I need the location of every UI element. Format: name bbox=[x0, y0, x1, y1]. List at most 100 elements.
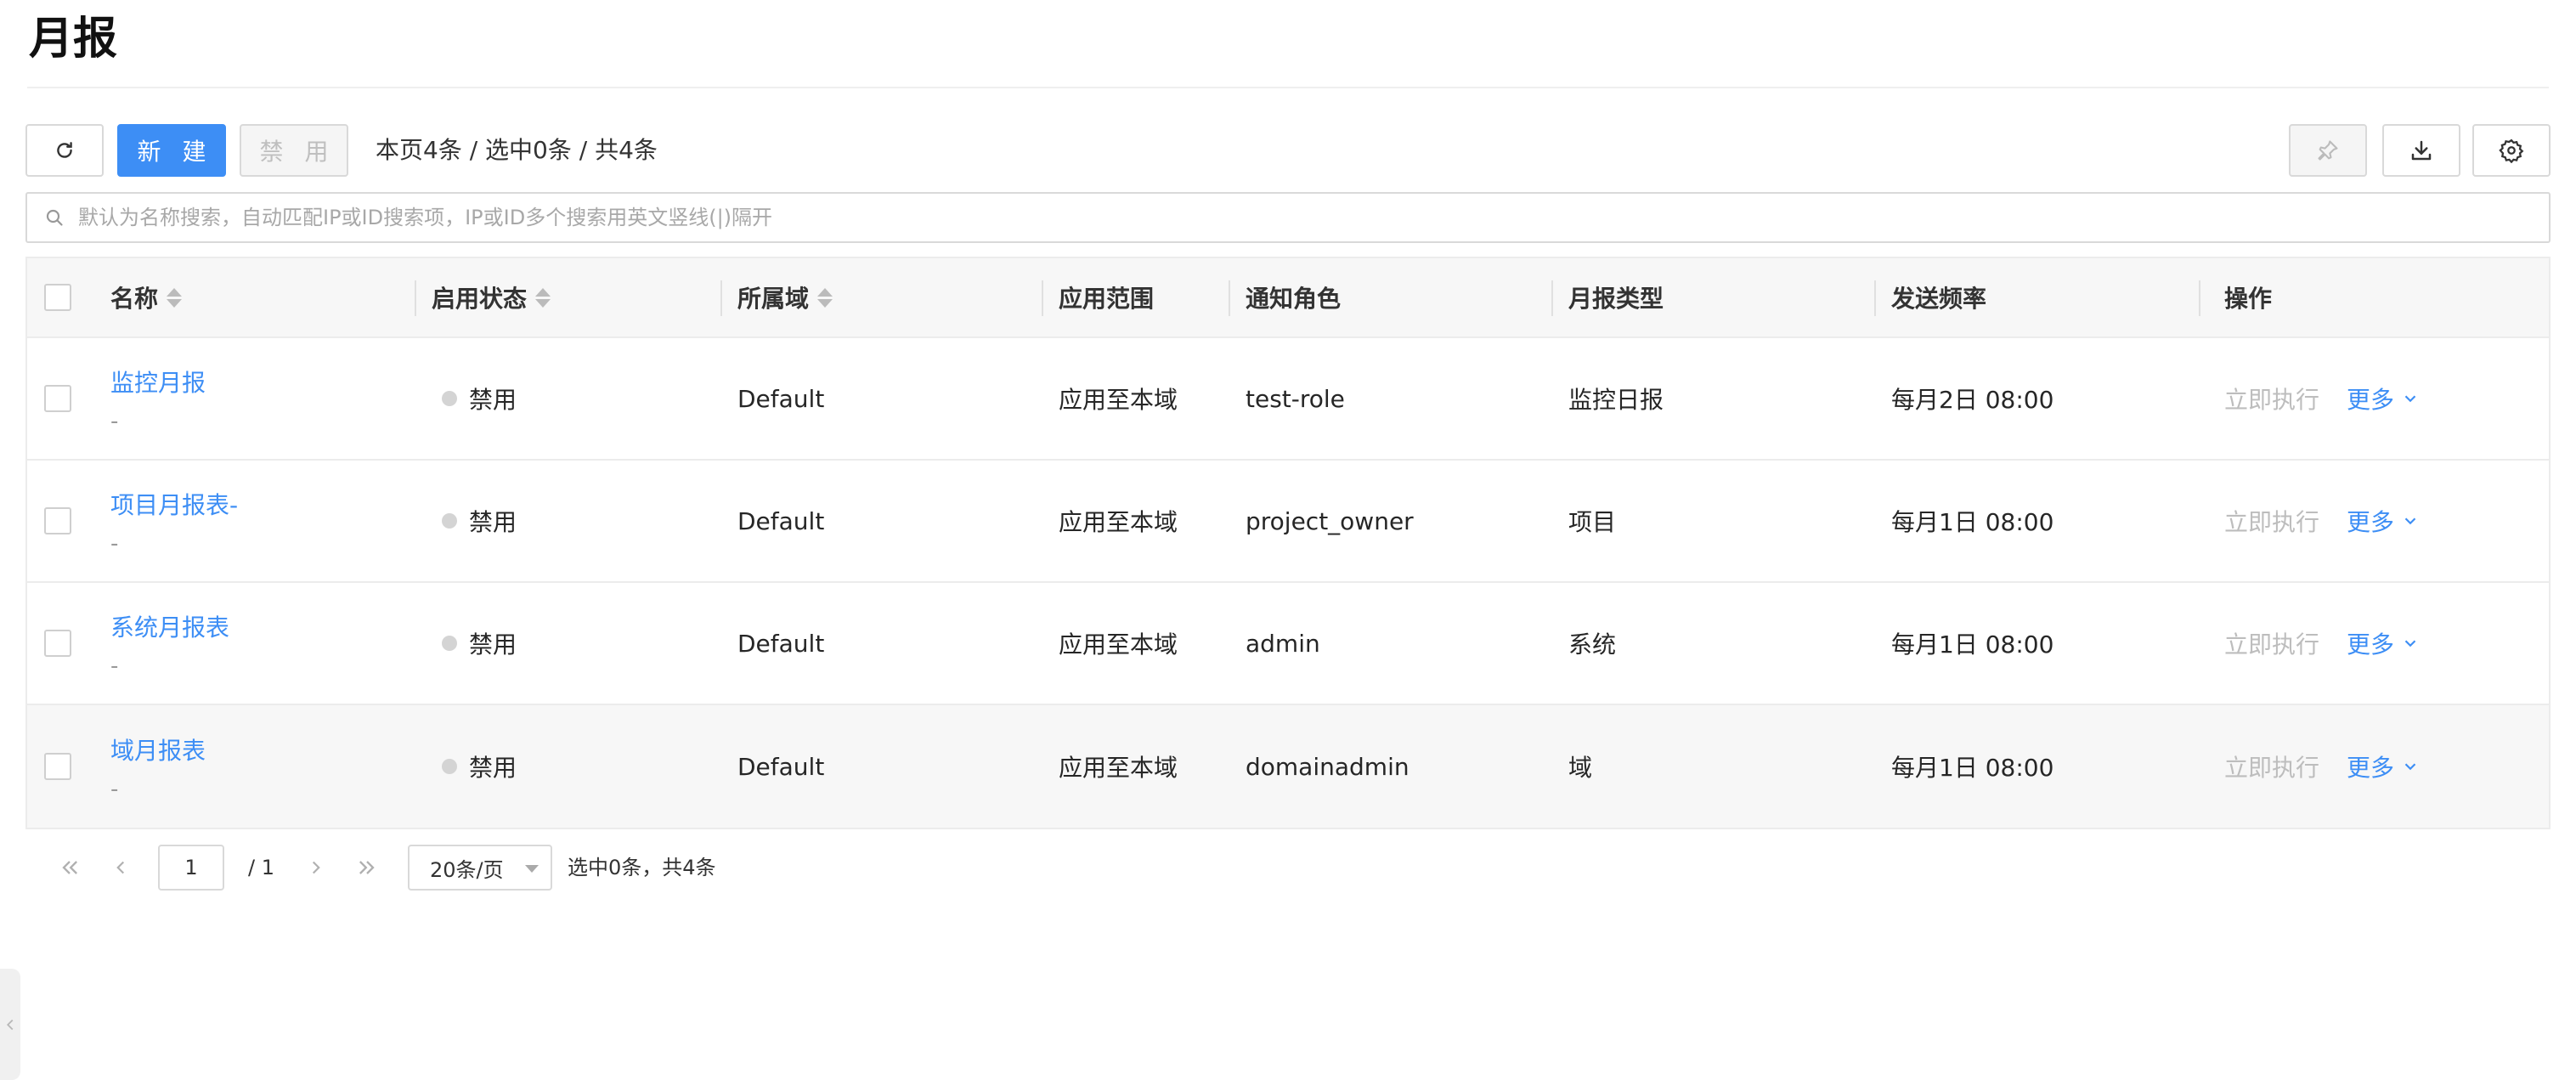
prev-page-button[interactable] bbox=[105, 845, 136, 891]
report-description: - bbox=[110, 777, 119, 802]
sort-icon[interactable] bbox=[817, 287, 833, 308]
status-text: 禁用 bbox=[469, 508, 517, 536]
scope-cell: 应用至本域 bbox=[1059, 386, 1178, 414]
column-header-label: 名称 bbox=[110, 285, 159, 313]
column-header-status[interactable]: 启用状态 bbox=[432, 258, 551, 336]
status-dot bbox=[442, 636, 457, 651]
more-label: 更多 bbox=[2347, 630, 2395, 659]
search-box[interactable] bbox=[25, 192, 2551, 243]
last-page-icon bbox=[359, 861, 375, 874]
chevron-down-icon bbox=[2404, 763, 2416, 771]
scope-cell: 应用至本域 bbox=[1059, 630, 1178, 659]
column-header-scope: 应用范围 bbox=[1059, 285, 1155, 313]
settings-icon bbox=[2499, 139, 2524, 163]
caret-down-icon bbox=[525, 865, 539, 873]
sort-icon[interactable] bbox=[167, 287, 183, 308]
scope-cell: 应用至本域 bbox=[1059, 508, 1178, 536]
download-button[interactable] bbox=[2382, 124, 2460, 177]
page-title: 月报 bbox=[29, 14, 118, 65]
table-row: 项目月报表- - 禁用 Default 应用至本域 project_owner … bbox=[27, 461, 2549, 583]
more-dropdown[interactable]: 更多 bbox=[2347, 504, 2420, 538]
refresh-button[interactable] bbox=[25, 124, 104, 177]
column-header-name[interactable]: 名称 bbox=[110, 258, 183, 336]
row-checkbox[interactable] bbox=[44, 753, 71, 780]
run-now-button[interactable]: 立即执行 bbox=[2224, 749, 2319, 783]
new-button[interactable]: 新 建 bbox=[117, 124, 226, 177]
chevron-down-icon bbox=[2404, 395, 2416, 403]
run-now-button[interactable]: 立即执行 bbox=[2224, 626, 2319, 660]
last-page-button[interactable] bbox=[348, 845, 386, 891]
report-description: - bbox=[110, 531, 119, 557]
report-name-link[interactable]: 系统月报表 bbox=[110, 609, 229, 643]
row-checkbox[interactable] bbox=[44, 507, 71, 534]
domain-cell: Default bbox=[737, 506, 825, 535]
run-now-button[interactable]: 立即执行 bbox=[2224, 382, 2319, 416]
settings-button[interactable] bbox=[2472, 124, 2551, 177]
column-header-role: 通知角色 bbox=[1246, 285, 1342, 313]
page-number-input[interactable] bbox=[158, 845, 224, 891]
actions-cell: 立即执行 更多 bbox=[2224, 705, 2420, 828]
actions-cell: 立即执行 更多 bbox=[2224, 583, 2420, 704]
selection-count: 本页4条 / 选中0条 / 共4条 bbox=[376, 136, 658, 164]
sidebar-collapse-toggle[interactable] bbox=[0, 969, 20, 1080]
page-size-select[interactable]: 20条/页 bbox=[408, 845, 552, 891]
status-badge: 禁用 bbox=[442, 583, 517, 704]
status-text: 禁用 bbox=[469, 630, 517, 659]
report-name-link[interactable]: 域月报表 bbox=[110, 732, 206, 766]
type-cell: 监控日报 bbox=[1568, 386, 1664, 414]
more-label: 更多 bbox=[2347, 386, 2395, 414]
search-icon bbox=[46, 209, 63, 226]
select-all-checkbox[interactable] bbox=[44, 284, 71, 311]
column-header-actions: 操作 bbox=[2224, 285, 2273, 313]
report-name-link[interactable]: 监控月报 bbox=[110, 365, 206, 399]
sort-icon[interactable] bbox=[535, 287, 551, 308]
chevron-down-icon bbox=[2404, 517, 2416, 525]
actions-cell: 立即执行 更多 bbox=[2224, 461, 2420, 581]
select-all-cell bbox=[44, 258, 71, 336]
domain-cell: Default bbox=[737, 629, 825, 658]
status-text: 禁用 bbox=[469, 386, 517, 414]
status-dot bbox=[442, 513, 457, 529]
status-dot bbox=[442, 759, 457, 774]
frequency-cell: 每月1日 08:00 bbox=[1891, 754, 2054, 782]
table-row: 域月报表 - 禁用 Default 应用至本域 domainadmin 域 每月… bbox=[27, 705, 2549, 828]
pin-button[interactable] bbox=[2289, 124, 2367, 177]
more-label: 更多 bbox=[2347, 508, 2395, 536]
column-header-label: 所属域 bbox=[737, 285, 810, 313]
first-page-button[interactable] bbox=[51, 845, 88, 891]
status-badge: 禁用 bbox=[442, 461, 517, 581]
column-header-label: 启用状态 bbox=[432, 285, 528, 313]
role-cell: admin bbox=[1246, 629, 1320, 658]
type-cell: 系统 bbox=[1568, 630, 1617, 659]
first-page-icon bbox=[62, 861, 77, 874]
table-header: 名称 启用状态 所属域 应用范围 通知角色 月报类型 发送频率 操作 bbox=[27, 258, 2549, 338]
disable-button[interactable]: 禁 用 bbox=[240, 124, 348, 177]
total-pages: / 1 bbox=[248, 856, 274, 879]
run-now-button[interactable]: 立即执行 bbox=[2224, 504, 2319, 538]
pin-icon bbox=[2318, 140, 2338, 161]
search-input[interactable] bbox=[78, 196, 2549, 239]
prev-page-icon bbox=[116, 861, 125, 874]
refresh-icon bbox=[57, 142, 72, 158]
more-dropdown[interactable]: 更多 bbox=[2347, 382, 2420, 416]
report-description: - bbox=[110, 409, 119, 434]
actions-cell: 立即执行 更多 bbox=[2224, 338, 2420, 459]
frequency-cell: 每月1日 08:00 bbox=[1891, 630, 2054, 659]
page-size-value: 20条/页 bbox=[430, 857, 504, 882]
status-badge: 禁用 bbox=[442, 705, 517, 828]
table-row: 系统月报表 - 禁用 Default 应用至本域 admin 系统 每月1日 0… bbox=[27, 583, 2549, 705]
column-header-frequency: 发送频率 bbox=[1891, 285, 1987, 313]
download-icon bbox=[2411, 140, 2432, 161]
more-dropdown[interactable]: 更多 bbox=[2347, 749, 2420, 783]
table-row: 监控月报 - 禁用 Default 应用至本域 test-role 监控日报 每… bbox=[27, 338, 2549, 461]
more-dropdown[interactable]: 更多 bbox=[2347, 626, 2420, 660]
row-checkbox[interactable] bbox=[44, 630, 71, 657]
next-page-button[interactable] bbox=[301, 845, 331, 891]
row-checkbox[interactable] bbox=[44, 385, 71, 412]
column-header-domain[interactable]: 所属域 bbox=[737, 258, 833, 336]
status-dot bbox=[442, 391, 457, 406]
chevron-down-icon bbox=[2404, 640, 2416, 647]
report-name-link[interactable]: 项目月报表- bbox=[110, 487, 238, 521]
frequency-cell: 每月1日 08:00 bbox=[1891, 508, 2054, 536]
report-description: - bbox=[110, 653, 119, 679]
